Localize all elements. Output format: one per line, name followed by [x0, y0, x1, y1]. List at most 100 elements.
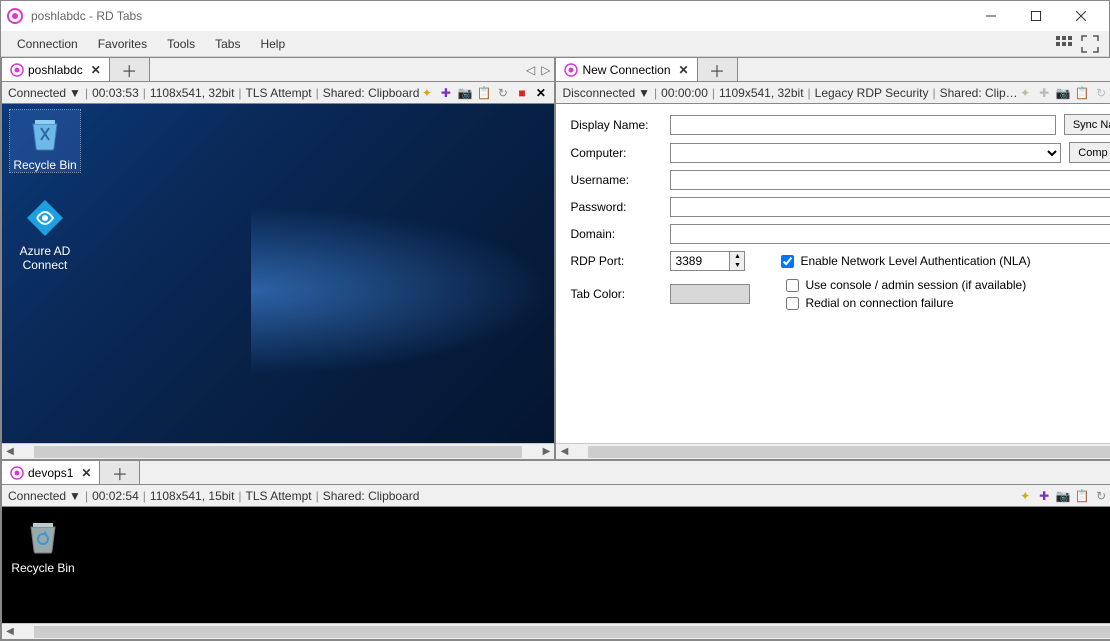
shared-resources: Shared: Clipboard [323, 489, 420, 503]
layout-grid-icon[interactable] [1055, 35, 1073, 53]
nla-checkbox[interactable] [781, 255, 794, 268]
reconnect-icon[interactable]: ↻ [1094, 488, 1109, 503]
rdp-port-input[interactable] [670, 251, 730, 271]
pane-top-left: poshlabdc ✕ ＋ ◁ ▷ Connected▼ |00:03:53 |… [1, 57, 555, 460]
chevron-down-icon[interactable]: ▼ [69, 489, 81, 503]
elapsed-time: 00:02:54 [92, 489, 139, 503]
nla-label: Enable Network Level Authentication (NLA… [800, 254, 1030, 268]
tab-new-connection[interactable]: New Connection ✕ [556, 58, 697, 81]
new-tab-button[interactable]: ＋ [110, 58, 150, 81]
shared-resources: Shared: Clipboard [323, 86, 420, 100]
menu-tabs[interactable]: Tabs [205, 34, 250, 54]
connection-state[interactable]: Connected [8, 86, 66, 100]
menu-favorites[interactable]: Favorites [88, 34, 157, 54]
domain-label: Domain: [570, 227, 662, 241]
pane-bottom: devops1 ✕ ＋ ◁ ▷ Connected▼ |00:02:54 |11… [1, 460, 1110, 640]
azure-ad-connect-icon [23, 196, 67, 240]
connection-state[interactable]: Connected [8, 489, 66, 503]
close-button[interactable] [1058, 1, 1103, 31]
chevron-down-icon[interactable]: ▼ [69, 86, 81, 100]
tab-color-label: Tab Color: [570, 287, 662, 301]
tab-nav: ◁ ▷ [522, 58, 554, 81]
reconnect-icon[interactable]: ↻ [1094, 85, 1109, 100]
statusbar: Connected▼ |00:03:53 |1108x541, 32bit |T… [2, 82, 554, 104]
username-input[interactable] [670, 170, 1110, 190]
clipboard-icon[interactable]: 📋 [1075, 488, 1090, 503]
security-mode: Legacy RDP Security [815, 86, 929, 100]
desktop-icon-recycle-bin[interactable]: Recycle Bin [10, 110, 80, 172]
scrollbar-horizontal[interactable]: ◀▶ [2, 443, 554, 459]
stop-icon[interactable]: ■ [514, 85, 529, 100]
remote-desktop-view[interactable]: Recycle Bin ◀▶ [2, 507, 1110, 639]
menu-tools[interactable]: Tools [157, 34, 205, 54]
console-checkbox-row[interactable]: Use console / admin session (if availabl… [786, 278, 1110, 292]
domain-input[interactable] [670, 224, 1110, 244]
menu-help[interactable]: Help [250, 34, 295, 54]
desktop-icon-recycle-bin[interactable]: Recycle Bin [8, 513, 78, 575]
scrollbar-horizontal[interactable]: ◀▶ [2, 623, 1110, 639]
tabstrip: New Connection ✕ ＋ ◁ ▷ [556, 58, 1110, 82]
spin-up-icon[interactable]: ▲ [730, 252, 744, 261]
connection-icon [10, 63, 24, 77]
password-label: Password: [570, 200, 662, 214]
scrollbar-horizontal[interactable]: ◀▶ [556, 443, 1110, 459]
new-tab-button[interactable]: ＋ [698, 58, 738, 81]
password-input[interactable] [670, 197, 1110, 217]
sync-name-button[interactable]: Sync Name [1064, 114, 1110, 135]
computer-select[interactable] [670, 143, 1060, 163]
tab-color-picker[interactable] [670, 284, 750, 304]
comp-info-button[interactable]: Comp Info [1069, 142, 1110, 163]
tab-prev-icon[interactable]: ◁ [526, 63, 535, 77]
new-tab-button[interactable]: ＋ [100, 461, 140, 484]
console-label: Use console / admin session (if availabl… [805, 278, 1026, 292]
menu-connection[interactable]: Connection [7, 34, 88, 54]
rdp-port-spinner[interactable]: ▲▼ [670, 251, 745, 271]
screenshot-icon[interactable]: 📷 [1056, 85, 1071, 100]
display-name-input[interactable] [670, 115, 1055, 135]
favorite-add-icon[interactable]: ✦ [1018, 85, 1033, 100]
desktop-icon-azure-ad[interactable]: Azure AD Connect [10, 196, 80, 272]
fullscreen-icon[interactable] [1081, 35, 1099, 53]
spin-down-icon[interactable]: ▼ [730, 261, 744, 270]
pin-icon[interactable]: ✚ [438, 85, 453, 100]
tabstrip: poshlabdc ✕ ＋ ◁ ▷ [2, 58, 554, 82]
clipboard-icon[interactable]: 📋 [1075, 85, 1090, 100]
close-icon[interactable]: ✕ [91, 63, 101, 77]
tab-poshlabdc[interactable]: poshlabdc ✕ [2, 58, 110, 81]
reconnect-icon[interactable]: ↻ [495, 85, 510, 100]
nla-checkbox-row[interactable]: Enable Network Level Authentication (NLA… [781, 254, 1110, 268]
desktop-icon-label: Recycle Bin [13, 158, 76, 172]
favorite-add-icon[interactable]: ✦ [419, 85, 434, 100]
chevron-down-icon[interactable]: ▼ [638, 86, 650, 100]
console-checkbox[interactable] [786, 279, 799, 292]
tab-devops1[interactable]: devops1 ✕ [2, 461, 100, 484]
toolbar-icons: ✦ ✚ 📷 📋 ↻ ■ ✕ [419, 85, 548, 100]
app-icon [7, 8, 23, 24]
close-session-icon[interactable]: ✕ [533, 85, 548, 100]
screenshot-icon[interactable]: 📷 [457, 85, 472, 100]
pin-icon[interactable]: ✚ [1037, 85, 1052, 100]
redial-checkbox-row[interactable]: Redial on connection failure [786, 296, 1110, 310]
titlebar: poshlabdc - RD Tabs [1, 1, 1109, 31]
remote-desktop-view[interactable]: Recycle Bin Azure AD Connect ◀▶ [2, 104, 554, 459]
clipboard-icon[interactable]: 📋 [476, 85, 491, 100]
new-connection-form: Display Name: Sync Name Computer: Comp I… [556, 104, 1110, 443]
close-icon[interactable]: ✕ [679, 63, 689, 77]
elapsed-time: 00:00:00 [661, 86, 708, 100]
security-mode: TLS Attempt [246, 86, 312, 100]
tab-label: New Connection [582, 63, 670, 77]
close-icon[interactable]: ✕ [81, 466, 91, 480]
connection-state[interactable]: Disconnected [562, 86, 635, 100]
pin-icon[interactable]: ✚ [1037, 488, 1052, 503]
tab-label: devops1 [28, 466, 73, 480]
screenshot-icon[interactable]: 📷 [1056, 488, 1071, 503]
statusbar: Connected▼ |00:02:54 |1108x541, 15bit |T… [2, 485, 1110, 507]
minimize-button[interactable] [968, 1, 1013, 31]
tab-next-icon[interactable]: ▷ [541, 63, 550, 77]
resolution: 1108x541, 32bit [150, 86, 235, 100]
desktop-icon-label: Azure AD Connect [20, 244, 71, 272]
favorite-add-icon[interactable]: ✦ [1018, 488, 1033, 503]
redial-checkbox[interactable] [786, 297, 799, 310]
window-title: poshlabdc - RD Tabs [31, 9, 968, 23]
maximize-button[interactable] [1013, 1, 1058, 31]
